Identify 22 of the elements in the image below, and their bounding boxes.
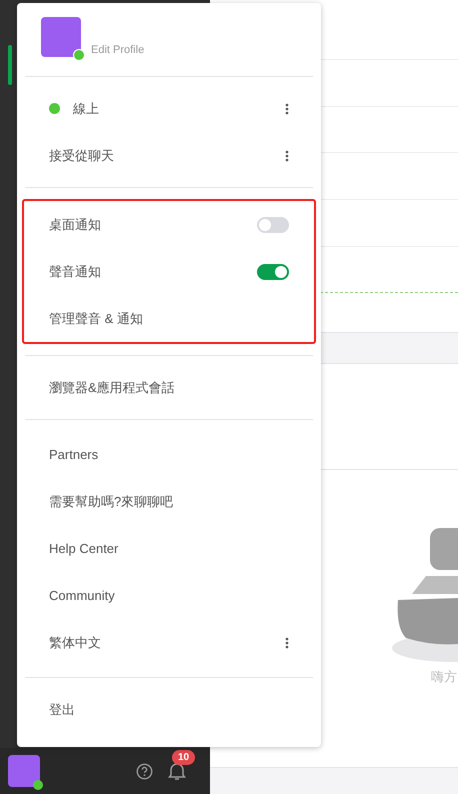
menu-item[interactable]: Community bbox=[49, 586, 289, 606]
greeting-text: 嗨方 bbox=[431, 668, 457, 686]
menu-item[interactable]: 接受從聊天 bbox=[49, 146, 285, 166]
menu-item[interactable]: 線上 bbox=[73, 98, 285, 118]
more-icon[interactable] bbox=[285, 150, 289, 162]
menu-item[interactable]: 聲音通知 bbox=[49, 262, 257, 282]
bell-icon[interactable] bbox=[168, 761, 186, 781]
active-indicator bbox=[8, 45, 12, 85]
menu-item[interactable]: 桌面通知 bbox=[49, 214, 257, 234]
toggle-switch[interactable] bbox=[257, 216, 289, 232]
menu-item[interactable]: 瀏覽器&應用程式會話 bbox=[49, 378, 289, 398]
notification-badge: 10 bbox=[172, 750, 196, 765]
menu-item[interactable]: Partners bbox=[49, 444, 289, 464]
more-icon[interactable] bbox=[285, 636, 289, 648]
menu-item[interactable]: 繁体中文 bbox=[49, 632, 285, 652]
menu-item[interactable]: 管理聲音 & 通知 bbox=[49, 308, 289, 328]
menu-item[interactable]: Help Center bbox=[49, 538, 289, 558]
more-icon[interactable] bbox=[285, 102, 289, 114]
toggle-switch[interactable] bbox=[257, 264, 289, 280]
menu-item[interactable]: 登出 bbox=[49, 700, 289, 720]
help-icon[interactable] bbox=[136, 762, 153, 780]
menu-item[interactable]: 需要幫助嗎?來聊聊吧 bbox=[49, 492, 289, 512]
